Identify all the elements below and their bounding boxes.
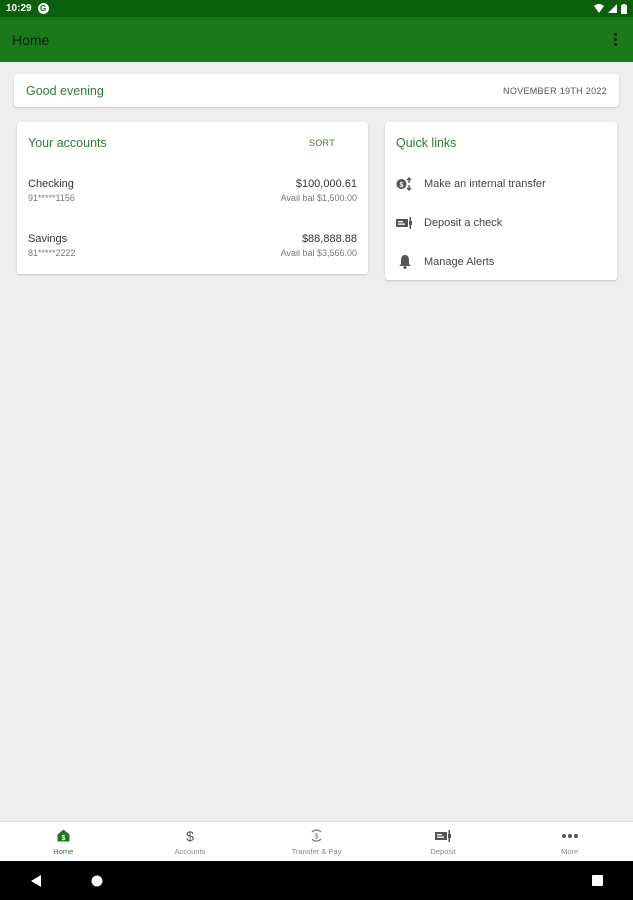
greeting-card: Good evening NOVEMBER 19TH 2022 (14, 74, 619, 107)
nav-label: Deposit (430, 846, 456, 856)
recents-icon[interactable] (589, 873, 605, 889)
app-notification-icon: G (37, 3, 49, 14)
account-name: Savings (28, 233, 68, 245)
nav-label: Accounts (174, 846, 206, 856)
deposit-icon (434, 828, 452, 844)
account-row-savings[interactable]: Savings 81*****2222 $88,888.88 Avail bal… (28, 233, 357, 258)
svg-text:$: $ (61, 835, 65, 842)
page-title: Home (12, 31, 50, 48)
nav-home[interactable]: $ Home (0, 822, 127, 861)
quick-link-deposit-check[interactable]: Deposit a check (396, 203, 606, 242)
quick-links-title: Quick links (396, 136, 457, 150)
quick-link-internal-transfer[interactable]: $ Make an internal transfer (396, 164, 606, 203)
quick-link-label: Make an internal transfer (424, 177, 546, 190)
svg-text:$: $ (315, 834, 319, 841)
quick-link-label: Manage Alerts (424, 255, 495, 268)
nav-transfer-pay[interactable]: $ Transfer & Pay (253, 822, 380, 861)
account-name: Checking (28, 178, 74, 190)
accounts-title: Your accounts (28, 136, 107, 150)
battery-icon (621, 3, 627, 14)
bottom-navigation: $ Home $ Accounts $ Transfer & Pay Depos… (0, 821, 633, 861)
nav-label: Home (53, 846, 74, 856)
accounts-card: Your accounts SORT Checking 91*****1156 … (17, 122, 368, 274)
account-available-balance: Avail bal $3,566.00 (280, 248, 357, 258)
dollar-icon: $ (185, 828, 195, 844)
account-row-checking[interactable]: Checking 91*****1156 $100,000.61 Avail b… (28, 178, 357, 203)
sort-button[interactable]: SORT (309, 138, 335, 148)
greeting-text: Good evening (26, 83, 104, 98)
account-balance: $100,000.61 (295, 178, 357, 190)
account-balance: $88,888.88 (301, 233, 357, 245)
quick-link-label: Deposit a check (424, 216, 503, 229)
check-deposit-icon (396, 214, 413, 231)
wifi-icon (594, 4, 604, 13)
signal-icon (608, 4, 617, 13)
nav-label: More (561, 846, 579, 856)
greeting-date: NOVEMBER 19TH 2022 (503, 85, 607, 96)
app-bar: Home (0, 17, 633, 62)
more-icon (561, 828, 579, 844)
account-number: 91*****1156 (28, 193, 75, 203)
nav-accounts[interactable]: $ Accounts (127, 822, 254, 861)
home-icon: $ (57, 828, 70, 844)
svg-text:$: $ (186, 828, 194, 843)
transfer-icon: $ (396, 175, 413, 192)
status-time: 10:29 (6, 3, 32, 14)
quick-links-card: Quick links $ Make an internal transfer … (385, 122, 617, 280)
back-icon[interactable] (28, 873, 44, 889)
nav-label: Transfer & Pay (291, 846, 342, 856)
status-icons (594, 3, 627, 14)
home-circle-icon[interactable] (89, 873, 105, 889)
bell-icon (396, 253, 413, 270)
nav-more[interactable]: More (506, 822, 633, 861)
status-bar: 10:29 G (0, 0, 633, 17)
quick-link-manage-alerts[interactable]: Manage Alerts (396, 242, 606, 281)
account-available-balance: Avail bal $1,500.00 (280, 193, 357, 203)
transfer-pay-icon: $ (309, 828, 324, 844)
system-navigation-bar (0, 861, 633, 900)
accounts-header: Your accounts SORT (28, 122, 357, 164)
account-number: 81*****2222 (28, 248, 76, 258)
nav-deposit[interactable]: Deposit (380, 822, 507, 861)
svg-text:$: $ (400, 182, 404, 189)
overflow-menu-icon[interactable] (609, 30, 621, 50)
